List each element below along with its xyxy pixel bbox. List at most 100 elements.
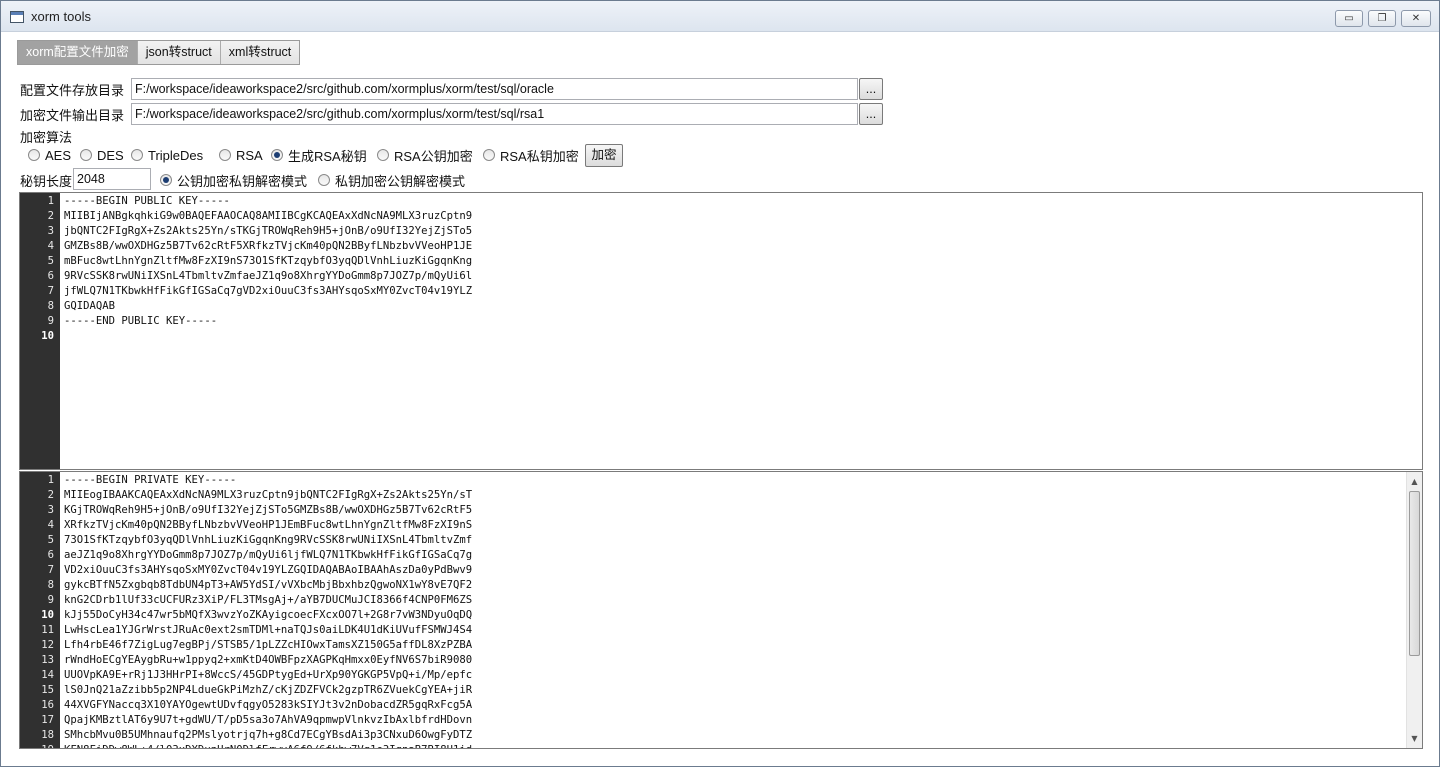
output-dir-label: 加密文件输出目录 bbox=[20, 108, 125, 123]
code-line[interactable]: MIIEogIBAAKCAQEAxXdNcNA9MLX3ruzCptn9jbQN… bbox=[64, 488, 472, 503]
restore-button[interactable]: ❐ bbox=[1368, 10, 1396, 27]
radio-indicator[interactable] bbox=[160, 174, 172, 186]
radio-private-encrypt-public-decrypt[interactable]: 私钥加密公钥解密模式 bbox=[318, 171, 465, 189]
radio-public-encrypt-private-decrypt[interactable]: 公钥加密私钥解密模式 bbox=[160, 171, 307, 189]
private-key-editor[interactable]: 12345678910111213141516171819 ▲ ▼ -----B… bbox=[19, 471, 1423, 749]
scroll-thumb[interactable] bbox=[1409, 491, 1420, 656]
vertical-scrollbar[interactable]: ▲ ▼ bbox=[1406, 472, 1422, 748]
source-dir-browse-button[interactable]: ... bbox=[859, 78, 883, 100]
code-line[interactable]: SMhcbMvu0B5UMhnaufq2PMslyotrjq7h+g8Cd7EC… bbox=[64, 728, 472, 743]
scroll-up-icon[interactable]: ▲ bbox=[1407, 474, 1422, 489]
code-line[interactable]: 9RVcSSK8rwUNiIXSnL4TbmltvZmfaeJZ1q9o8Xhr… bbox=[64, 269, 472, 284]
line-number: 1 bbox=[47, 195, 54, 207]
radio-indicator[interactable] bbox=[219, 149, 231, 161]
radio-des[interactable]: DES bbox=[80, 146, 124, 164]
radio-rsa[interactable]: RSA bbox=[219, 146, 263, 164]
line-number: 16 bbox=[41, 699, 54, 711]
code-line[interactable]: MIIBIjANBgkqhkiG9w0BAQEFAAOCAQ8AMIIBCgKC… bbox=[64, 209, 472, 224]
tab-xorm-config-encrypt[interactable]: xorm配置文件加密 bbox=[18, 41, 138, 64]
encrypt-button[interactable]: 加密 bbox=[585, 144, 623, 167]
radio-indicator[interactable] bbox=[80, 149, 92, 161]
radio-rsa-public-encrypt[interactable]: RSA公钥加密 bbox=[377, 146, 473, 164]
code-line[interactable]: lS0JnQ21aZzibb5p2NP4LdueGkPiMzhZ/cKjZDZF… bbox=[64, 683, 472, 698]
code-line[interactable]: XRfkzTVjcKm40pQN2BByfLNbzbvVVeoHP1JEmBFu… bbox=[64, 518, 472, 533]
line-number: 15 bbox=[41, 684, 54, 696]
code-line[interactable]: kJj55DoCyH34c47wr5bMQfX3wvzYoZKAyigcoecF… bbox=[64, 608, 472, 623]
line-number: 1 bbox=[47, 474, 54, 486]
line-number: 2 bbox=[47, 489, 54, 501]
app-window: xorm tools ▭ ❐ ✕ xorm配置文件加密 json转struct … bbox=[0, 0, 1440, 767]
code-line[interactable]: knG2CDrb1lUf33cUCFURz3XiP/FL3TMsgAj+/aYB… bbox=[64, 593, 472, 608]
code-line[interactable]: mBFuc8wtLhnYgnZltfMw8FzXI9nS73O1SfKTzqyb… bbox=[64, 254, 472, 269]
line-number-gutter: 12345678910111213141516171819 bbox=[20, 472, 60, 748]
radio-label: TripleDes bbox=[148, 147, 204, 163]
line-number: 6 bbox=[47, 270, 54, 282]
code-line[interactable]: rWndHoECgYEAygbRu+w1ppyq2+xmKtD4OWBFpzXA… bbox=[64, 653, 472, 668]
output-dir-browse-button[interactable]: ... bbox=[859, 103, 883, 125]
line-number: 9 bbox=[47, 594, 54, 606]
line-number: 7 bbox=[47, 285, 54, 297]
radio-label: RSA bbox=[236, 147, 263, 163]
close-button[interactable]: ✕ bbox=[1401, 10, 1431, 27]
line-number: 2 bbox=[47, 210, 54, 222]
code-line[interactable]: aeJZ1q9o8XhrgYYDoGmm8p7JOZ7p/mQyUi6ljfWL… bbox=[64, 548, 472, 563]
code-line[interactable]: GMZBs8B/wwOXDHGz5B7Tv62cRtF5XRfkzTVjcKm4… bbox=[64, 239, 472, 254]
radio-label: RSA公钥加密 bbox=[394, 148, 473, 164]
code-line[interactable]: -----BEGIN PUBLIC KEY----- bbox=[64, 194, 230, 209]
code-line[interactable]: UUOVpKA9E+rRj1J3HHrPI+8WccS/45GDPtygEd+U… bbox=[64, 668, 472, 683]
radio-indicator[interactable] bbox=[131, 149, 143, 161]
title-bar[interactable]: xorm tools ▭ ❐ ✕ bbox=[1, 1, 1439, 32]
code-line[interactable]: -----END PUBLIC KEY----- bbox=[64, 314, 217, 329]
code-line[interactable]: 44XVGFYNaccq3X10YAYOgewtUDvfqgyO5283kSIY… bbox=[64, 698, 472, 713]
scroll-down-icon[interactable]: ▼ bbox=[1407, 731, 1422, 746]
radio-indicator[interactable] bbox=[483, 149, 495, 161]
key-length-input[interactable]: 2048 bbox=[73, 168, 151, 190]
code-line[interactable]: jbQNTC2FIgRgX+Zs2Akts25Yn/sTKGjTROWqReh9… bbox=[64, 224, 472, 239]
line-number: 7 bbox=[47, 564, 54, 576]
minimize-button[interactable]: ▭ bbox=[1335, 10, 1363, 27]
tab-json-to-struct[interactable]: json转struct bbox=[137, 41, 221, 64]
source-dir-input[interactable]: F:/workspace/ideaworkspace2/src/github.c… bbox=[131, 78, 858, 100]
code-line[interactable]: LwHscLea1YJGrWrstJRuAc0ext2smTDMl+naTQJs… bbox=[64, 623, 472, 638]
code-line[interactable]: KFN8FiDDw8WL+4/l03xDXDunHrN0DlfFrwvA6f9/… bbox=[64, 743, 472, 748]
algorithm-label: 加密算法 bbox=[20, 130, 73, 145]
code-line[interactable]: Lfh4rbE46f7ZigLug7egBPj/STSB5/1pLZZcHIOw… bbox=[64, 638, 472, 653]
radio-tripledes[interactable]: TripleDes bbox=[131, 146, 203, 164]
line-number: 6 bbox=[47, 549, 54, 561]
line-number: 11 bbox=[41, 624, 54, 636]
radio-rsa-private-encrypt[interactable]: RSA私钥加密 bbox=[483, 146, 579, 164]
code-line[interactable]: -----BEGIN PRIVATE KEY----- bbox=[64, 473, 236, 488]
code-line[interactable]: gykcBTfN5Zxgbqb8TdbUN4pT3+AW5YdSI/vVXbcM… bbox=[64, 578, 472, 593]
radio-indicator[interactable] bbox=[377, 149, 389, 161]
line-number: 5 bbox=[47, 534, 54, 546]
radio-label: RSA私钥加密 bbox=[500, 148, 579, 164]
source-dir-label: 配置文件存放目录 bbox=[20, 83, 125, 98]
line-number: 4 bbox=[47, 519, 54, 531]
public-key-editor[interactable]: 1 2 3 4 5 6 7 8 9 10 -----BEGIN PUBLIC KEY----- MI… bbox=[19, 192, 1423, 470]
radio-indicator[interactable] bbox=[318, 174, 330, 186]
radio-label: AES bbox=[45, 147, 72, 163]
code-line[interactable]: jfWLQ7N1TKbwkHfFikGfIGSaCq7gVD2xiOuuC3fs… bbox=[64, 284, 472, 299]
code-line[interactable]: QpajKMBztlAT6y9U7t+gdWU/T/pD5sa3o7AhVA9q… bbox=[64, 713, 472, 728]
tab-xml-to-struct[interactable]: xml转struct bbox=[220, 41, 300, 64]
line-number: 13 bbox=[41, 654, 54, 666]
radio-label: 私钥加密公钥解密模式 bbox=[335, 173, 466, 189]
output-dir-input[interactable]: F:/workspace/ideaworkspace2/src/github.c… bbox=[131, 103, 858, 125]
code-line[interactable]: VD2xiOuuC3fs3AHYsqoSxMY0ZvcT04v19YLZGQID… bbox=[64, 563, 472, 578]
line-number-gutter: 1 2 3 4 5 6 7 8 9 10 bbox=[20, 193, 60, 469]
line-number: 8 bbox=[47, 579, 54, 591]
radio-aes[interactable]: AES bbox=[28, 146, 71, 164]
line-number: 10 bbox=[41, 609, 54, 621]
line-number: 18 bbox=[41, 729, 54, 741]
line-number: 5 bbox=[47, 255, 54, 267]
key-length-label: 秘钥长度 bbox=[20, 174, 73, 189]
radio-indicator[interactable] bbox=[271, 149, 283, 161]
line-number: 4 bbox=[47, 240, 54, 252]
line-number: 19 bbox=[24, 743, 54, 748]
code-line[interactable]: GQIDAQAB bbox=[64, 299, 115, 314]
code-line[interactable]: 73O1SfKTzqybfO3yqQDlVnhLiuzKiGgqnKng9RVc… bbox=[64, 533, 472, 548]
radio-generate-rsa-key[interactable]: 生成RSA秘钥 bbox=[271, 146, 367, 164]
radio-indicator[interactable] bbox=[28, 149, 40, 161]
line-number: 3 bbox=[47, 504, 54, 516]
code-line[interactable]: KGjTROWqReh9H5+jOnB/o9UfI32YejZjSTo5GMZB… bbox=[64, 503, 472, 518]
